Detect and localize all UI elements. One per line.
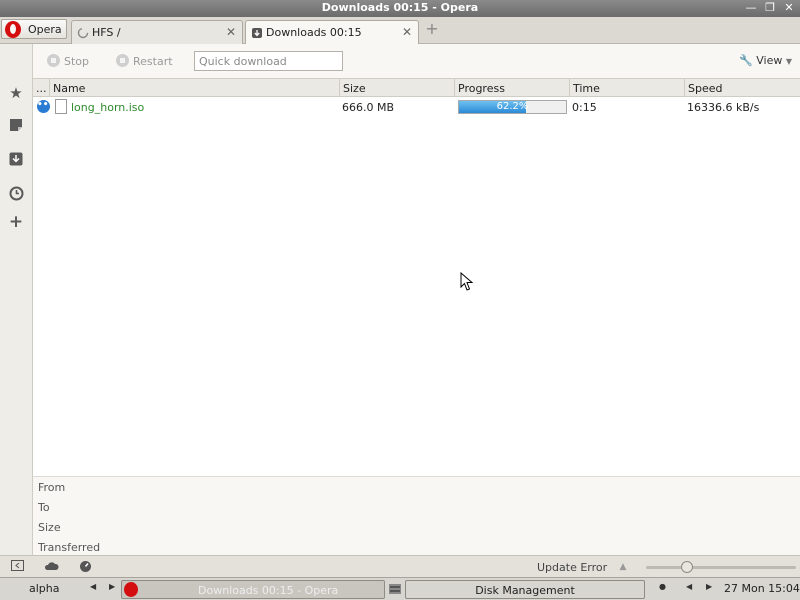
download-speed: 16336.6 kB/s [687,101,760,114]
window-titlebar: Downloads 00:15 - Opera — ❐ ✕ [0,0,800,17]
file-icon [55,99,67,114]
star-icon[interactable]: ★ [7,84,25,102]
new-tab-icon[interactable]: + [424,21,440,38]
loading-icon [77,27,89,39]
view-menu-button[interactable]: 🔧 View ▼ [739,54,792,67]
taskbar-task-opera[interactable]: Downloads 00:15 - Opera [121,580,385,599]
opera-menu-button[interactable]: Opera [1,19,67,39]
tab-label: HFS / [92,26,121,39]
download-details-panel: From To Size Transferred [33,476,800,555]
tray-dot-icon[interactable]: ● [659,582,666,591]
column-header-size[interactable]: Size [340,79,455,97]
close-tab-icon[interactable]: ✕ [226,25,236,39]
minimize-icon[interactable]: — [744,1,758,15]
downloads-table-header: ... Name Size Progress Time Speed [33,78,800,97]
opera-logo-icon [5,21,21,38]
chevron-down-icon: ▼ [785,57,792,66]
arrow-right-icon[interactable]: ▶ [109,582,115,591]
zoom-slider-handle[interactable] [681,561,693,573]
zoom-slider-track[interactable] [646,566,796,569]
chevron-up-icon[interactable]: ▲ [616,560,630,574]
column-header-more[interactable]: ... [33,79,50,97]
panel-toggle-icon[interactable] [10,560,24,574]
taskbar-task-label: Disk Management [475,584,575,597]
tab-label: Downloads 00:15 [266,26,362,39]
restart-icon [116,54,129,67]
downloads-icon[interactable] [7,152,25,170]
history-icon[interactable] [7,186,25,204]
tab-downloads[interactable]: Downloads 00:15 ✕ [245,20,419,45]
column-header-progress[interactable]: Progress [455,79,570,97]
column-header-name[interactable]: Name [50,79,340,97]
column-header-time[interactable]: Time [570,79,685,97]
download-icon [252,28,262,38]
stop-button[interactable]: Stop [47,54,89,68]
restart-label: Restart [133,55,173,68]
arrow-right-icon[interactable]: ▶ [706,582,712,591]
downloads-toolbar: Stop Restart 🔧 View ▼ [33,44,800,78]
opera-logo-icon [124,582,138,597]
cloud-icon[interactable] [44,560,59,574]
disk-management-icon [388,582,402,596]
download-filename[interactable]: long_horn.iso [71,101,144,114]
arrow-left-icon[interactable]: ◀ [90,582,96,591]
download-progress-bar: 62.2% [458,100,567,114]
close-icon[interactable]: ✕ [782,1,796,15]
panel-sidebar: ★ + [0,44,33,555]
download-time: 0:15 [572,101,597,114]
notes-icon[interactable] [7,118,25,136]
opera-menu-label: Opera [28,23,62,36]
restart-button[interactable]: Restart [116,54,173,68]
tab-bar: Opera HFS / ✕ Downloads 00:15 ✕ + [0,17,800,45]
stop-icon [47,54,60,67]
tab-hfs[interactable]: HFS / ✕ [71,20,243,45]
taskbar-task-disk[interactable]: Disk Management [405,580,645,599]
arrow-left-icon[interactable]: ◀ [686,582,692,591]
workspace-name[interactable]: alpha [29,582,60,595]
os-taskbar: alpha ◀ ▶ Downloads 00:15 - Opera Disk M… [0,577,800,600]
quick-download-input[interactable] [194,51,343,71]
download-size: 666.0 MB [342,101,395,114]
status-bar: Update Error ▲ [0,555,800,577]
restore-icon[interactable]: ❐ [763,1,777,15]
details-size-label: Size [38,521,61,534]
add-icon[interactable]: + [7,213,25,231]
wrench-icon: 🔧 [739,54,753,67]
stop-label: Stop [64,55,90,68]
window-title: Downloads 00:15 - Opera [321,1,479,14]
details-from-label: From [38,481,66,494]
speed-dial-icon[interactable] [78,560,92,574]
download-progress-text: 62.2% [496,101,529,112]
details-to-label: To [38,501,50,514]
column-header-speed[interactable]: Speed [685,79,800,97]
downloading-status-icon[interactable]: ••• [37,100,54,113]
details-transferred-label: Transferred [38,541,101,554]
table-row[interactable]: ••• long_horn.iso 666.0 MB 62.2% 0:15 16… [33,97,800,117]
taskbar-task-label: Downloads 00:15 - Opera [198,584,339,597]
mouse-cursor-icon [460,272,474,291]
update-status-text[interactable]: Update Error [537,561,607,574]
close-tab-icon[interactable]: ✕ [402,25,412,39]
view-label: View [756,54,783,67]
clock: 27 Mon 15:04 [724,582,800,595]
